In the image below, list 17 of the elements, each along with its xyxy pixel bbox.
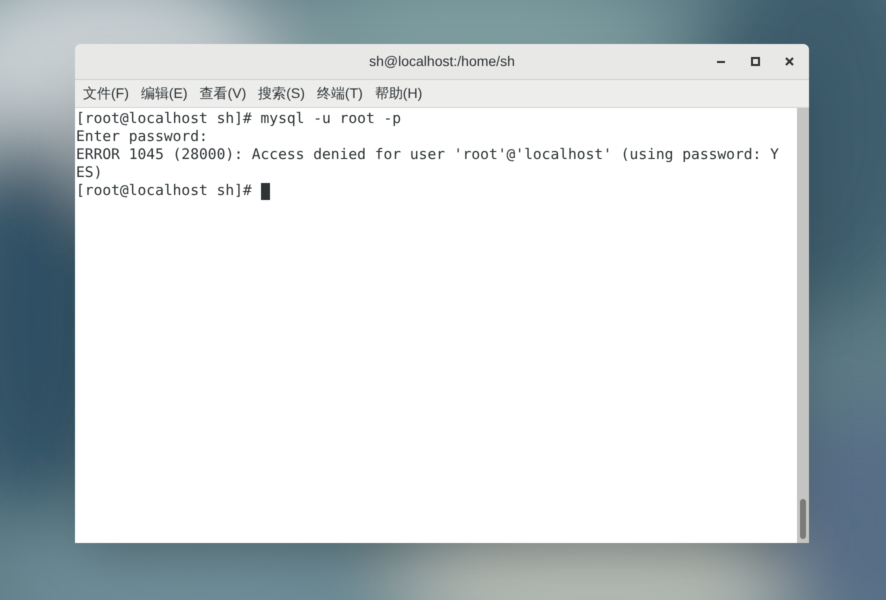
- terminal-line: [root@localhost sh]#: [76, 182, 253, 200]
- scrollbar-thumb[interactable]: [800, 499, 806, 539]
- terminal-line: [root@localhost sh]# mysql -u root -p: [76, 110, 402, 128]
- window-title: sh@localhost:/home/sh: [369, 52, 515, 68]
- menu-item[interactable]: 终端(T): [310, 80, 369, 107]
- menu-item[interactable]: 文件(F): [77, 80, 135, 107]
- minimize-icon: [717, 60, 725, 62]
- menu-item[interactable]: 查看(V): [194, 80, 252, 107]
- menu-item[interactable]: 编辑(E): [134, 80, 194, 107]
- menu-item[interactable]: 搜索(S): [252, 80, 311, 107]
- terminal-line: ERROR 1045 (28000): Access denied for user 'root'@'localhost' (using password: Y: [76, 146, 779, 164]
- menu-item[interactable]: 帮助(H): [368, 80, 428, 107]
- terminal-line: ES): [76, 164, 102, 182]
- maximize-icon: [750, 57, 760, 66]
- scrollbar[interactable]: [797, 108, 809, 543]
- terminal-line: Enter password:: [76, 128, 208, 146]
- close-icon: [784, 57, 794, 66]
